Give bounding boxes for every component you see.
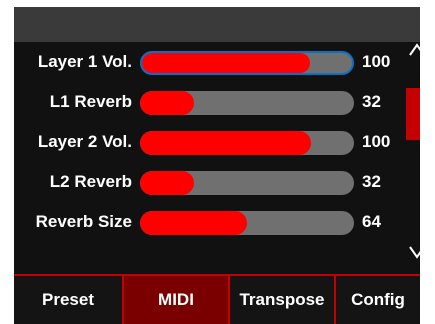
screen: Layer 1 Vol. 100 L1 Reverb 32 Layer 2 Vo… [0,0,435,324]
param-label: Layer 1 Vol. [37,52,132,71]
layer2-vol-slider[interactable] [140,131,354,155]
param-label: L2 Reverb [49,172,132,191]
param-label: L1 Reverb [49,92,132,111]
tab-config[interactable]: Config [334,276,420,324]
tab-preset[interactable]: Preset [14,276,122,324]
scroll-thumb[interactable] [406,87,420,141]
layer1-vol-slider[interactable] [140,51,354,75]
param-value: 32 [362,172,381,191]
tab-midi[interactable]: MIDI [122,276,228,324]
param-label: Layer 2 Vol. [37,132,132,151]
l2-reverb-slider[interactable] [140,171,354,195]
device-display: Layer 1 Vol. 100 L1 Reverb 32 Layer 2 Vo… [14,7,420,324]
slider-fill [142,53,310,73]
slider-fill [140,91,194,115]
param-row-reverb-size: Reverb Size 64 [14,202,416,242]
param-row-layer1-vol: Layer 1 Vol. 100 [14,42,416,82]
slider-fill [140,211,247,235]
parameter-list: Layer 1 Vol. 100 L1 Reverb 32 Layer 2 Vo… [14,42,420,274]
tab-bar: Preset MIDI Transpose Config [14,274,420,324]
chevron-down-icon[interactable] [406,243,428,261]
param-row-l2-reverb: L2 Reverb 32 [14,162,416,202]
reverb-size-slider[interactable] [140,211,354,235]
param-row-l1-reverb: L1 Reverb 32 [14,82,416,122]
param-label: Reverb Size [35,212,132,231]
slider-fill [140,131,312,155]
header-bar [14,7,420,42]
slider-fill [140,171,194,195]
tab-transpose[interactable]: Transpose [228,276,334,324]
chevron-up-icon[interactable] [406,41,428,59]
l1-reverb-slider[interactable] [140,91,354,115]
param-value: 64 [362,212,381,231]
param-row-layer2-vol: Layer 2 Vol. 100 [14,122,416,162]
scrollbar[interactable] [406,35,434,267]
